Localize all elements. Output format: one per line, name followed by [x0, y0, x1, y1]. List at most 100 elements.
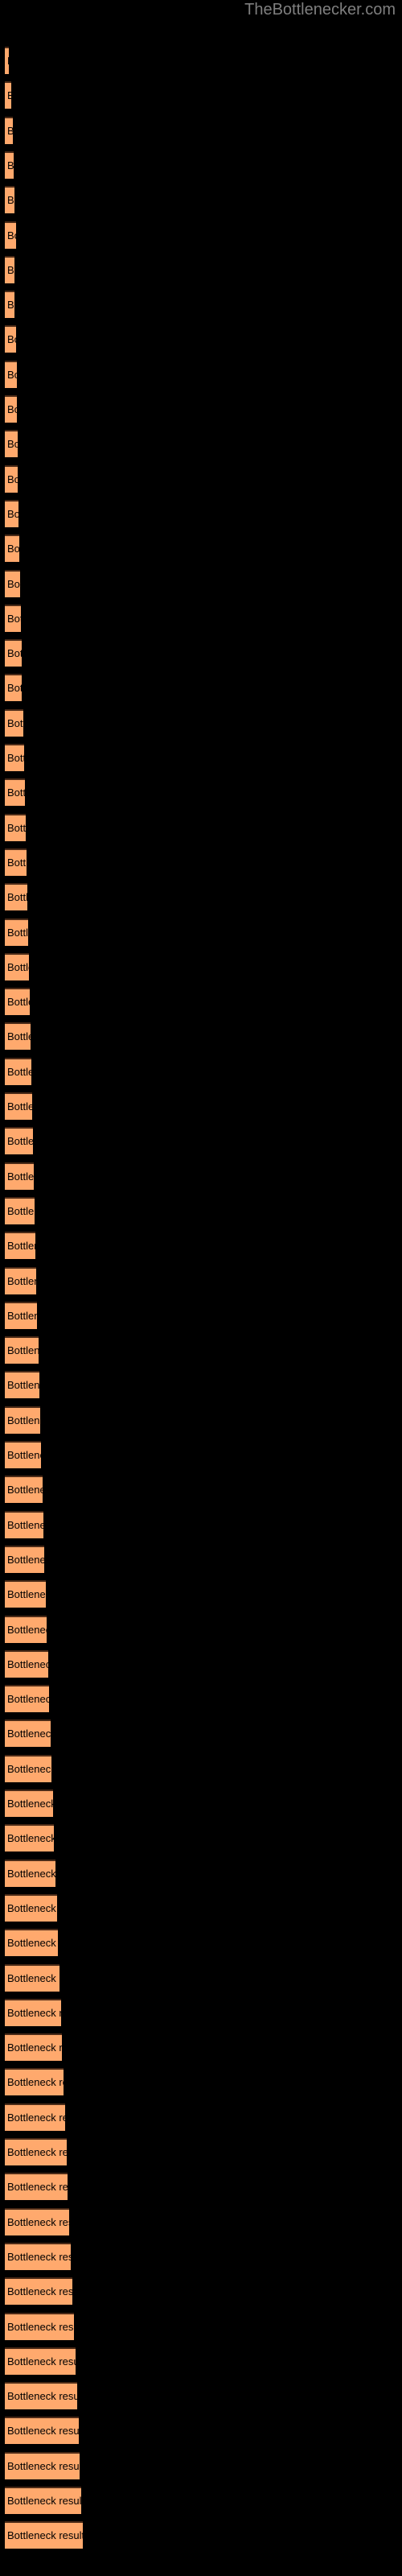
bar-row-58[interactable]: Bottleneck result [5, 2033, 62, 2062]
bar-label: Bottleneck result [7, 1867, 55, 1880]
bar-label: Bottleneck result [7, 1309, 37, 1322]
bar-row-56[interactable]: Bottleneck result [5, 1963, 59, 1992]
bar-row-32[interactable]: Bottleneck result [5, 1127, 33, 1155]
bar-row-27[interactable]: Bottleneck result [5, 952, 29, 980]
bar-row-38[interactable]: Bottleneck result [5, 1336, 39, 1364]
bar-row-57[interactable]: Bottleneck result [5, 1998, 61, 2026]
bar-row-47[interactable]: Bottleneck result [5, 1649, 48, 1678]
bar-row-72[interactable]: Bottleneck result [5, 2521, 83, 2549]
bar-row-6[interactable]: Bottleneck result [5, 221, 16, 249]
bar-row-70[interactable]: Bottleneck result [5, 2451, 80, 2479]
bar-row-17[interactable]: Bottleneck result [5, 604, 21, 632]
bar-label: Bottleneck result [7, 682, 22, 695]
bar-row-64[interactable]: Bottleneck result [5, 2242, 71, 2270]
bar-row-22[interactable]: Bottleneck result [5, 778, 25, 807]
bar-row-20[interactable]: Bottleneck result [5, 708, 23, 737]
bar-label: Bottleneck result [7, 2006, 61, 2019]
bar-row-59[interactable]: Bottleneck result [5, 2068, 64, 2096]
bar-row-71[interactable]: Bottleneck result [5, 2487, 81, 2514]
bar-row-9[interactable]: Bottleneck result [5, 325, 16, 353]
bar-row-35[interactable]: Bottleneck result [5, 1232, 35, 1260]
bar-row-7[interactable]: Bottleneck result [5, 255, 14, 283]
bar-row-46[interactable]: Bottleneck result [5, 1615, 47, 1643]
bar-label: Bottleneck result [7, 1937, 58, 1950]
bar-label: Bottleneck result [7, 752, 24, 764]
bar-label: Bottleneck result [7, 1693, 49, 1706]
bar-row-69[interactable]: Bottleneck result [5, 2417, 79, 2445]
bar-row-67[interactable]: Bottleneck result [5, 2347, 76, 2375]
bar-row-3[interactable]: Bottleneck result [5, 116, 13, 144]
bar-row-24[interactable]: Bottleneck result [5, 848, 27, 876]
bar-label: Bottleneck result [7, 403, 17, 415]
bar-row-4[interactable]: Bottleneck result [5, 151, 14, 179]
bar-row-54[interactable]: Bottleneck result [5, 1893, 57, 1922]
bar-row-1[interactable]: Bottleneck result [5, 47, 9, 74]
bar-label: Bottleneck result [7, 1588, 46, 1601]
bar-row-43[interactable]: Bottleneck result [5, 1510, 43, 1538]
bar-row-10[interactable]: Bottleneck result [5, 360, 17, 388]
bar-row-62[interactable]: Bottleneck result [5, 2173, 68, 2201]
bar-row-61[interactable]: Bottleneck result [5, 2138, 67, 2165]
bar-label: Bottleneck result [7, 926, 28, 939]
bar-row-52[interactable]: Bottleneck result [5, 1824, 54, 1852]
bar-row-13[interactable]: Bottleneck result [5, 464, 18, 493]
bar-label: Bottleneck result [7, 2495, 81, 2507]
bar-row-51[interactable]: Bottleneck result [5, 1790, 53, 1817]
bar-row-36[interactable]: Bottleneck result [5, 1266, 36, 1294]
bar-row-28[interactable]: Bottleneck result [5, 988, 30, 1016]
bar-row-33[interactable]: Bottleneck result [5, 1162, 34, 1190]
bar-label: Bottleneck result [7, 368, 17, 381]
bar-row-40[interactable]: Bottleneck result [5, 1406, 40, 1434]
bar-row-63[interactable]: Bottleneck result [5, 2207, 69, 2235]
bar-row-48[interactable]: Bottleneck result [5, 1685, 49, 1713]
bar-row-68[interactable]: Bottleneck result [5, 2382, 77, 2410]
bar-row-31[interactable]: Bottleneck result [5, 1092, 32, 1120]
bar-row-12[interactable]: Bottleneck result [5, 430, 18, 458]
bar-label: Bottleneck result [7, 1623, 47, 1636]
bar-row-21[interactable]: Bottleneck result [5, 744, 24, 771]
bar-row-34[interactable]: Bottleneck result [5, 1196, 35, 1224]
bar-label: Bottleneck result [7, 1553, 44, 1566]
bar-label: Bottleneck result [7, 2529, 83, 2542]
bar-label: Bottleneck result [7, 647, 22, 660]
bar-row-5[interactable]: Bottleneck result [5, 186, 14, 214]
bar-row-55[interactable]: Bottleneck result [5, 1929, 58, 1957]
bar-row-49[interactable]: Bottleneck result [5, 1719, 51, 1748]
bar-label: Bottleneck result [7, 1379, 39, 1392]
bar-row-66[interactable]: Bottleneck result [5, 2312, 74, 2340]
bar-label: Bottleneck result [7, 2390, 77, 2403]
bar-row-41[interactable]: Bottleneck result [5, 1441, 41, 1468]
bar-label: Bottleneck result [7, 716, 23, 729]
bar-row-50[interactable]: Bottleneck result [5, 1754, 51, 1782]
bar-row-19[interactable]: Bottleneck result [5, 674, 22, 702]
bar-label: Bottleneck result [7, 229, 16, 242]
bar-row-65[interactable]: Bottleneck result [5, 2277, 72, 2306]
bar-row-18[interactable]: Bottleneck result [5, 639, 22, 667]
bar-row-14[interactable]: Bottleneck result [5, 499, 18, 527]
bar-row-2[interactable]: Bottleneck result [5, 81, 11, 109]
bar-label: Bottleneck result [7, 996, 30, 1009]
bar-series-container: Bottleneck result Bottleneck result Bottle… [0, 0, 402, 2576]
bar-row-53[interactable]: Bottleneck result [5, 1859, 55, 1887]
bar-row-42[interactable]: Bottleneck result [5, 1476, 43, 1504]
bar-label: Bottleneck result [7, 1971, 59, 1984]
bar-label: Bottleneck result [7, 1832, 54, 1845]
bar-row-39[interactable]: Bottleneck result [5, 1371, 39, 1399]
bar-row-29[interactable]: Bottleneck result [5, 1022, 31, 1051]
bar-row-30[interactable]: Bottleneck result [5, 1057, 31, 1085]
bar-row-15[interactable]: Bottleneck result [5, 535, 19, 563]
bar-label: Bottleneck result [7, 2250, 71, 2263]
bar-row-44[interactable]: Bottleneck result [5, 1545, 44, 1573]
bar-row-25[interactable]: Bottleneck result [5, 883, 27, 911]
bar-row-37[interactable]: Bottleneck result [5, 1301, 37, 1329]
bar-label: Bottleneck result [7, 1657, 48, 1670]
bar-row-11[interactable]: Bottleneck result [5, 395, 17, 423]
bar-row-60[interactable]: Bottleneck result [5, 2103, 65, 2131]
bar-row-23[interactable]: Bottleneck result [5, 813, 26, 841]
bar-row-45[interactable]: Bottleneck result [5, 1580, 46, 1608]
bar-label: Bottleneck result [7, 543, 19, 555]
bar-row-16[interactable]: Bottleneck result [5, 569, 20, 597]
bar-row-8[interactable]: Bottleneck result [5, 291, 14, 319]
bar-row-26[interactable]: Bottleneck result [5, 918, 28, 946]
bar-label: Bottleneck result [7, 1728, 51, 1740]
